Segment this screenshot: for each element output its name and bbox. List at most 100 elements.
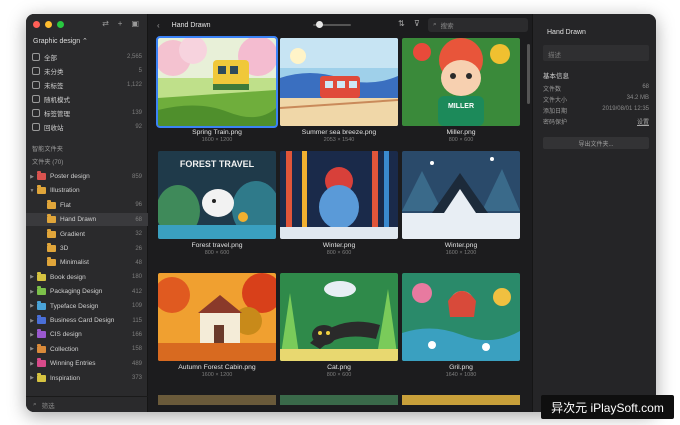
folder-item[interactable]: ▶ Business Card Design 115 <box>26 314 148 327</box>
chevron-right-icon[interactable]: ▶ <box>29 346 35 352</box>
chevron-right-icon[interactable]: ▶ <box>29 375 35 381</box>
thumbnail-winter-red[interactable] <box>280 151 398 239</box>
folder-count: 180 <box>131 274 142 281</box>
set-password-link[interactable]: 设置 <box>637 117 649 126</box>
swap-icon[interactable]: ⇄ <box>102 19 109 28</box>
search-placeholder: 搜索 <box>440 23 454 30</box>
folder-count: 166 <box>131 331 142 338</box>
folder-item[interactable]: Flat 96 <box>26 199 148 212</box>
grid-item[interactable]: MILLER Miller.png 800 × 600 <box>402 38 520 143</box>
folder-item[interactable]: ▶ Winning Entries 489 <box>26 357 148 370</box>
thumbnail-spring-train[interactable] <box>156 36 278 128</box>
folders-title[interactable]: 文件夹 (70) <box>32 157 63 166</box>
thumbnail-winter-cabin[interactable] <box>402 151 520 239</box>
folder-label: Collection <box>50 345 79 353</box>
folder-item[interactable]: ▶ Inspiration 373 <box>26 372 148 385</box>
sidebar-item-untagged[interactable]: 未标签 1,122 <box>26 78 148 91</box>
folder-item[interactable]: ▶ Typeface Design 109 <box>26 300 148 313</box>
folder-item[interactable]: ▼ Illustration <box>26 184 148 197</box>
thumbnail-cat[interactable] <box>280 273 398 361</box>
library-selector[interactable]: Graphic design ⌃ <box>33 37 88 45</box>
minimize-window-button[interactable] <box>45 21 52 28</box>
folder-count: 373 <box>131 375 142 382</box>
grid-item[interactable]: Winter.png 800 × 600 <box>280 151 398 256</box>
folder-count: 32 <box>135 231 142 238</box>
thumbnail-forest-travel[interactable]: FOREST TRAVEL <box>158 151 276 239</box>
folder-label: Minimalist <box>60 259 89 267</box>
slider-handle[interactable] <box>316 21 323 28</box>
main-content: ‹ Hand Drawn ⇅ ⊽ ⌕ 搜索 Spring Train.png 1… <box>148 14 532 412</box>
scrollbar[interactable] <box>527 44 530 104</box>
smart-folders-title[interactable]: 智能文件夹 <box>32 144 63 153</box>
toggle-sidebar-icon[interactable]: ▣ <box>131 19 139 28</box>
folder-item[interactable]: ▶ CIS design 166 <box>26 328 148 341</box>
folder-item[interactable]: ▶ Packaging Design 412 <box>26 285 148 298</box>
chevron-right-icon[interactable]: ▶ <box>29 303 35 309</box>
thumbnail-miller[interactable]: MILLER <box>402 38 520 126</box>
thumbnail-gril[interactable] <box>402 273 520 361</box>
chevron-right-icon[interactable]: ▶ <box>29 332 35 338</box>
folder-label: Illustration <box>50 187 80 195</box>
chevron-right-icon[interactable]: ▶ <box>29 174 35 180</box>
sidebar-item-trash[interactable]: 回收站 92 <box>26 120 148 133</box>
folder-icon <box>37 171 46 180</box>
item-name: Summer sea breeze.png <box>301 129 377 136</box>
item-name: Spring Train.png <box>192 129 242 136</box>
filter-input[interactable]: 筛选 <box>42 400 55 410</box>
sidebar-item-random[interactable]: 随机模式 <box>26 92 148 105</box>
close-window-button[interactable] <box>33 21 40 28</box>
info-value: 68 <box>642 84 649 90</box>
window-controls <box>33 21 64 28</box>
folder-icon <box>47 214 56 224</box>
search-input[interactable]: ⌕ 搜索 <box>428 18 528 32</box>
folder-count: 96 <box>135 202 142 209</box>
description-field[interactable]: 描述 <box>543 45 649 61</box>
folder-label: Gradient <box>60 230 85 238</box>
folder-item[interactable]: ▶ Poster design 859 <box>26 170 148 183</box>
partial-thumbnail[interactable] <box>402 395 520 405</box>
partial-thumbnail[interactable] <box>158 395 276 405</box>
back-icon[interactable]: ‹ <box>157 21 160 30</box>
folder-item[interactable]: Gradient 32 <box>26 228 148 241</box>
folder-item[interactable]: Hand Drawn 68 <box>26 213 148 227</box>
sidebar-item-tag-manager[interactable]: 标签管理 139 <box>26 106 148 119</box>
zoom-window-button[interactable] <box>57 21 64 28</box>
chevron-right-icon[interactable]: ▶ <box>29 289 35 295</box>
sidebar-item-all[interactable]: 全部 2,565 <box>26 50 148 63</box>
miller-thumb-text: MILLER <box>448 103 474 110</box>
chevron-down-icon[interactable]: ▼ <box>29 188 35 194</box>
sidebar-filter[interactable]: ⌕ 筛选 <box>26 396 148 412</box>
grid-item[interactable]: Gril.png 1640 × 1080 <box>402 273 520 378</box>
app-window: ⇄ + ▣ Graphic design ⌃ 全部 2,565 未分类 5 未标… <box>26 14 656 412</box>
chevron-right-icon[interactable]: ▶ <box>29 361 35 367</box>
chevron-right-icon[interactable]: ▶ <box>29 318 35 324</box>
grid-item[interactable]: Autumn Forest Cabin.png 1600 × 1200 <box>158 273 276 378</box>
info-value: 34.2 MB <box>626 95 649 101</box>
chevron-right-icon[interactable]: ▶ <box>29 274 35 280</box>
grid-item[interactable]: Summer sea breeze.png 2053 × 1540 <box>280 38 398 143</box>
sidebar-item-label: 随机模式 <box>44 96 70 104</box>
sort-icon[interactable]: ⇅ <box>398 19 405 28</box>
add-icon[interactable]: + <box>118 19 123 28</box>
export-folder-button[interactable]: 导出文件夹... <box>543 137 649 149</box>
folder-count: 412 <box>131 288 142 295</box>
grid-item[interactable]: Winter.png 1600 × 1200 <box>402 151 520 256</box>
thumbnail-summer-sea-breeze[interactable] <box>280 38 398 126</box>
item-dimensions: 800 × 600 <box>326 372 352 378</box>
folder-item[interactable]: ▶ Book design 180 <box>26 271 148 284</box>
folder-item[interactable]: 3D 26 <box>26 242 148 255</box>
thumbnail-autumn-forest-cabin[interactable] <box>158 273 276 361</box>
folder-label: Winning Entries <box>50 360 96 368</box>
sidebar-item-unsorted[interactable]: 未分类 5 <box>26 64 148 77</box>
folder-count: 68 <box>135 216 142 223</box>
filter-icon[interactable]: ⊽ <box>414 19 420 28</box>
folder-item[interactable]: Minimalist 48 <box>26 256 148 269</box>
info-label: 添加日期 <box>543 109 568 115</box>
folder-icon <box>37 315 46 324</box>
grid-item[interactable]: Spring Train.png 1600 × 1200 <box>156 36 278 143</box>
partial-thumbnail[interactable] <box>280 395 398 405</box>
grid-item[interactable]: Cat.png 800 × 600 <box>280 273 398 378</box>
item-dimensions: 1600 × 1200 <box>445 250 477 256</box>
folder-item[interactable]: ▶ Collection 158 <box>26 343 148 356</box>
grid-item[interactable]: FOREST TRAVEL Forest travel.png 800 × 60… <box>158 151 276 256</box>
